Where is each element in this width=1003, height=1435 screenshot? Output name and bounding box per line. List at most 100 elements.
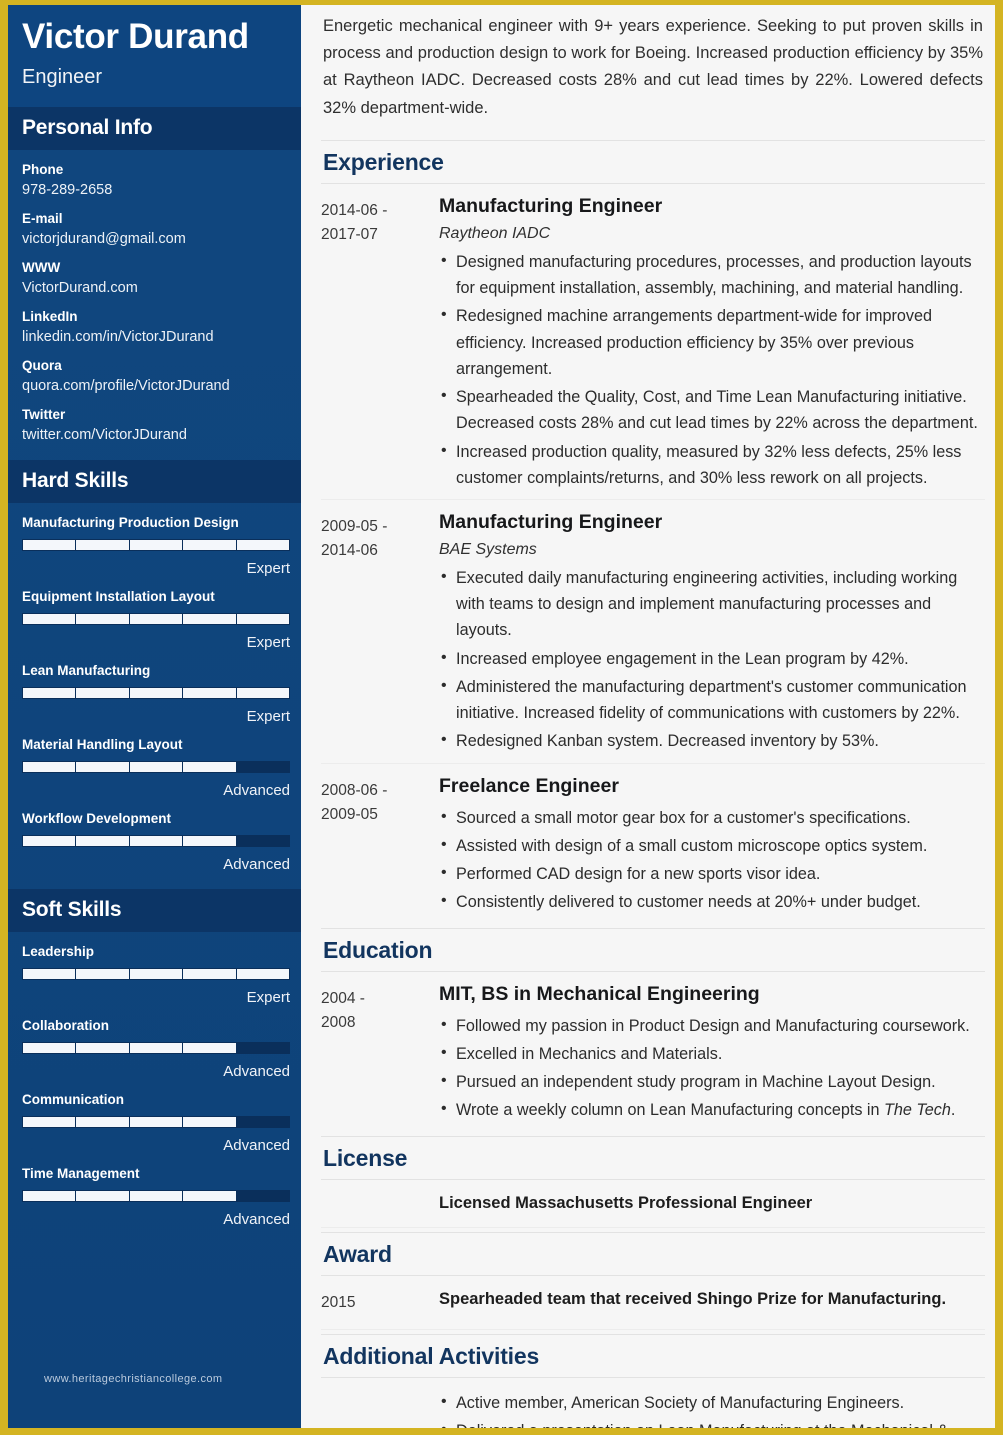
activities-bullets: Active member, American Society of Manuf…: [321, 1389, 985, 1428]
skill-level-label: Expert: [246, 989, 290, 1007]
experience-bullets: Sourced a small motor gear box for a cus…: [439, 804, 985, 916]
experience-bullet: Performed CAD design for a new sports vi…: [439, 860, 985, 887]
skill-name: Time Management: [22, 1166, 140, 1182]
experience-bullet: Designed manufacturing procedures, proce…: [439, 248, 985, 301]
skill-level-bar: [22, 613, 290, 626]
contact-value[interactable]: VictorDurand.com: [22, 280, 287, 296]
skill-level-label: Expert: [246, 560, 290, 578]
skill-bar-segment: [129, 969, 184, 980]
skill-bar-segment: [236, 540, 290, 551]
skill-bar-segment: [183, 540, 237, 551]
section-heading-additional-activities: Additional Activities: [321, 1333, 985, 1378]
skill-item: Material Handling Layout Advanced: [22, 737, 290, 799]
license-date: [321, 1194, 439, 1213]
skill-bar-segment: [76, 540, 130, 551]
skill-bar-segment: [183, 969, 237, 980]
skill-bar-segment: [129, 1043, 184, 1054]
skill-bar-segment: [23, 969, 77, 980]
section-heading-license: License: [321, 1135, 985, 1180]
main-column: Energetic mechanical engineer with 9+ ye…: [301, 5, 995, 1428]
skill-item: Equipment Installation Layout Expert: [22, 589, 290, 652]
experience-entry: 2009-05 - 2014-06 Manufacturing Engineer B…: [321, 500, 985, 764]
skill-item: Communication Advanced: [22, 1092, 290, 1154]
skill-level-bar: [22, 1116, 290, 1129]
experience-company: BAE Systems: [439, 540, 537, 558]
soft-skills-list: Leadership Expert Collaboration Advanced Com…: [8, 932, 301, 1244]
skill-level-label: Expert: [246, 634, 290, 652]
skill-level-bar: [22, 687, 290, 700]
candidate-job-title: Engineer: [22, 66, 103, 89]
skill-bar-segment: [236, 762, 290, 773]
skill-level-label: Advanced: [223, 1063, 290, 1081]
experience-body: Manufacturing Engineer Raytheon IADC Desig…: [439, 195, 985, 493]
contact-label: Twitter: [22, 407, 66, 423]
skill-bar-segment: [236, 1117, 290, 1128]
experience-company: Raytheon IADC: [439, 224, 551, 242]
skill-name: Material Handling Layout: [22, 737, 183, 753]
contact-item: LinkedIn linkedin.com/in/VictorJDurand: [22, 309, 287, 345]
education-bullet: Wrote a weekly column on Lean Manufactur…: [439, 1096, 985, 1123]
section-heading-award: Award: [321, 1231, 985, 1276]
experience-bullets: Executed daily manufacturing engineering…: [439, 564, 985, 755]
education-degree: MIT, BS in Mechanical Engineering: [439, 982, 760, 1005]
skill-level-bar: [22, 539, 290, 552]
experience-entry: 2008-06 - 2009-05 Freelance Engineer Sourc…: [321, 764, 985, 924]
skill-level-bar: [22, 1190, 290, 1203]
skill-item: Collaboration Advanced: [22, 1018, 290, 1081]
award-row: 2015 Spearheaded team that received Shin…: [321, 1276, 985, 1330]
skill-bar-segment: [23, 762, 77, 773]
contact-value[interactable]: 978-289-2658: [22, 182, 287, 198]
license-heading: License: [323, 1144, 408, 1171]
skill-bar-segment: [236, 1043, 290, 1054]
skill-level-label: Advanced: [223, 856, 290, 874]
education-bullets: Followed my passion in Product Design an…: [439, 1012, 985, 1124]
education-bullet: Pursued an independent study program in …: [439, 1068, 985, 1095]
experience-bullet: Increased production quality, measured b…: [439, 438, 985, 491]
skill-bar-segment: [23, 836, 77, 847]
skill-bar-segment: [129, 614, 184, 625]
experience-bullet: Consistently delivered to customer needs…: [439, 888, 985, 915]
experience-bullets: Designed manufacturing procedures, proce…: [439, 248, 985, 491]
skill-name: Equipment Installation Layout: [22, 589, 215, 605]
section-heading-education: Education: [321, 927, 985, 972]
experience-job-title: Manufacturing Engineer: [439, 194, 663, 217]
skill-item: Time Management Advanced: [22, 1166, 290, 1229]
education-bullet: Followed my passion in Product Design an…: [439, 1012, 985, 1039]
skill-bar-segment: [76, 614, 130, 625]
skill-bar-segment: [183, 836, 237, 847]
contact-value[interactable]: quora.com/profile/VictorJDurand: [22, 378, 287, 394]
skill-level-label: Advanced: [223, 1211, 290, 1229]
soft-skills-heading: Soft Skills: [8, 889, 301, 933]
skill-bar-segment: [76, 1043, 130, 1054]
experience-bullet: Assisted with design of a small custom m…: [439, 832, 985, 859]
skill-bar-segment: [183, 614, 237, 625]
contact-value[interactable]: linkedin.com/in/VictorJDurand: [22, 329, 287, 345]
personal-info-heading: Personal Info: [8, 107, 301, 151]
education-body: MIT, BS in Mechanical Engineering Followe…: [439, 983, 985, 1126]
contact-label: Phone: [22, 162, 64, 178]
skill-name: Lean Manufacturing: [22, 663, 151, 679]
skill-bar-segment: [183, 1117, 237, 1128]
experience-entry: 2014-06 - 2017-07 Manufacturing Engineer R…: [321, 184, 985, 500]
skill-bar-segment: [129, 1191, 184, 1202]
activity-bullet: Delivered a presentation on Lean Manufac…: [321, 1417, 985, 1428]
contact-item: Phone 978-289-2658: [22, 162, 287, 198]
skill-bar-segment: [23, 1043, 77, 1054]
skill-bar-segment: [23, 1117, 77, 1128]
experience-bullet: Sourced a small motor gear box for a cus…: [439, 804, 985, 831]
experience-heading: Experience: [323, 148, 444, 175]
award-heading: Award: [323, 1240, 392, 1267]
skill-level-bar: [22, 968, 290, 981]
skill-item: Manufacturing Production Design Expert: [22, 515, 290, 578]
contact-value[interactable]: twitter.com/VictorJDurand: [22, 427, 287, 443]
award-text: Spearheaded team that received Shingo Pr…: [439, 1289, 947, 1308]
license-row: Licensed Massachusetts Professional Engi…: [321, 1180, 985, 1228]
skill-bar-segment: [236, 614, 290, 625]
hard-skills-list: Manufacturing Production Design Expert Equ…: [8, 503, 301, 889]
skill-name: Workflow Development: [22, 811, 172, 827]
contact-value[interactable]: victorjdurand@gmail.com: [22, 231, 287, 247]
contact-item: WWW VictorDurand.com: [22, 260, 287, 296]
experience-entries: 2014-06 - 2017-07 Manufacturing Engineer R…: [321, 184, 985, 924]
contact-item: Quora quora.com/profile/VictorJDurand: [22, 358, 287, 394]
education-heading: Education: [323, 936, 433, 963]
